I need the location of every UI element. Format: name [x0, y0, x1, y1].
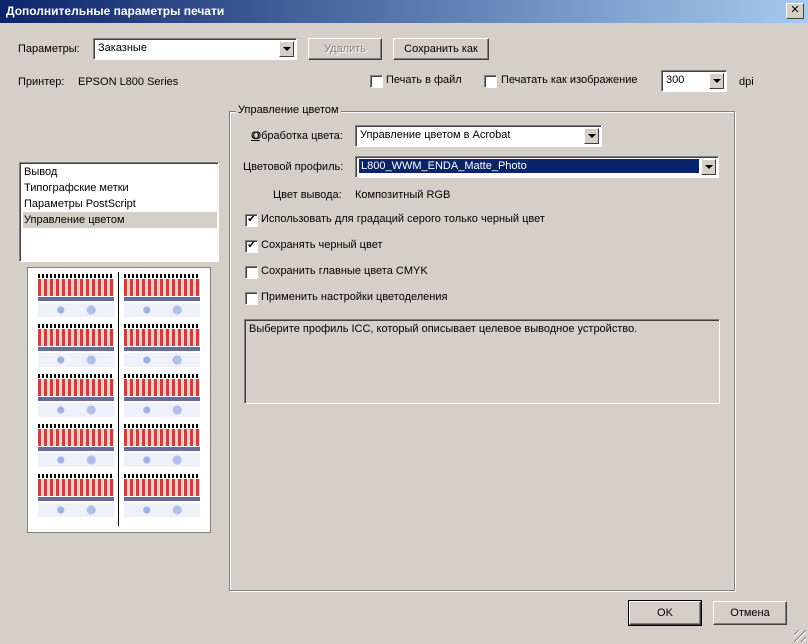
sidebar-item-printer-marks[interactable]: Типографские метки [23, 180, 217, 196]
gray-black-only-checkbox[interactable]: ✔ [245, 214, 258, 227]
printer-label: Принтер: [18, 76, 65, 88]
preview-tile [36, 424, 116, 468]
color-profile-label: Цветовой профиль: [243, 161, 344, 173]
window-title: Дополнительные параметры печати [6, 4, 225, 18]
save-as-button[interactable]: Сохранить как [393, 38, 489, 60]
preview-tile [122, 324, 202, 368]
preview-tile [122, 274, 202, 318]
params-select[interactable]: Заказные [93, 38, 297, 60]
preserve-cmyk-checkbox[interactable] [245, 266, 258, 279]
preview-tile [36, 374, 116, 418]
apply-separations-label: Применить настройки цветоделения [261, 291, 448, 303]
chevron-down-icon[interactable] [279, 41, 294, 57]
sidebar-item-output[interactable]: Вывод [23, 164, 217, 180]
resize-grip-icon[interactable] [794, 630, 806, 642]
preview-tile [36, 274, 116, 318]
params-label: Параметры: [18, 43, 80, 55]
preview-tile [122, 374, 202, 418]
close-icon[interactable]: ✕ [786, 3, 804, 19]
page-preview [27, 267, 211, 533]
checkmark-icon: ✔ [247, 214, 256, 225]
sidebar-list[interactable]: Вывод Типографские метки Параметры PostS… [19, 162, 219, 262]
preview-tile [122, 474, 202, 518]
preserve-cmyk-label: Сохранить главные цвета CMYK [261, 265, 428, 277]
dpi-unit: dpi [739, 76, 754, 88]
description-text: Выберите профиль ICC, который описывает … [249, 323, 638, 335]
delete-button[interactable]: Удалить [308, 38, 382, 60]
output-color-label: Цвет вывода: [273, 189, 342, 201]
chevron-down-icon[interactable] [701, 159, 716, 175]
print-as-image-checkbox[interactable] [484, 75, 497, 88]
color-handling-label-text: Обработка цвета: [252, 130, 343, 142]
apply-separations-checkbox[interactable] [245, 292, 258, 305]
sidebar-item-color-management[interactable]: Управление цветом [23, 212, 217, 228]
description-box: Выберите профиль ICC, который описывает … [244, 319, 720, 404]
color-handling-select[interactable]: Управление цветом в Acrobat [355, 125, 602, 147]
preserve-black-label: Сохранять черный цвет [261, 239, 383, 251]
preview-divider [118, 272, 119, 526]
chevron-down-icon[interactable] [709, 73, 724, 89]
color-handling-label: ООбработка цвета: [251, 130, 343, 142]
checkmark-icon: ✔ [247, 240, 256, 251]
group-title: Управление цветом [236, 104, 341, 116]
cancel-button[interactable]: Отмена [713, 601, 787, 625]
dpi-select[interactable]: 300 [661, 70, 727, 92]
preview-tile [36, 474, 116, 518]
print-to-file-checkbox[interactable] [370, 75, 383, 88]
title-bar: Дополнительные параметры печати ✕ [0, 0, 808, 23]
params-value: Заказные [98, 42, 147, 54]
preview-tile [36, 324, 116, 368]
preview-tile [122, 424, 202, 468]
ok-button[interactable]: OK [628, 600, 702, 626]
color-handling-value: Управление цветом в Acrobat [360, 129, 511, 141]
gray-black-only-label: Использовать для градаций серого только … [261, 213, 545, 225]
chevron-down-icon[interactable] [584, 128, 599, 144]
print-to-file-label: Печать в файл [386, 74, 462, 86]
printer-name: EPSON L800 Series [78, 76, 179, 88]
dpi-value: 300 [666, 74, 685, 86]
color-profile-select[interactable]: L800_WWM_ENDA_Matte_Photo [355, 156, 719, 178]
output-color-value: Композитный RGB [355, 189, 451, 201]
preserve-black-checkbox[interactable]: ✔ [245, 240, 258, 253]
sidebar-item-postscript[interactable]: Параметры PostScript [23, 196, 217, 212]
color-profile-value: L800_WWM_ENDA_Matte_Photo [358, 158, 700, 174]
print-as-image-label: Печатать как изображение [501, 74, 638, 86]
